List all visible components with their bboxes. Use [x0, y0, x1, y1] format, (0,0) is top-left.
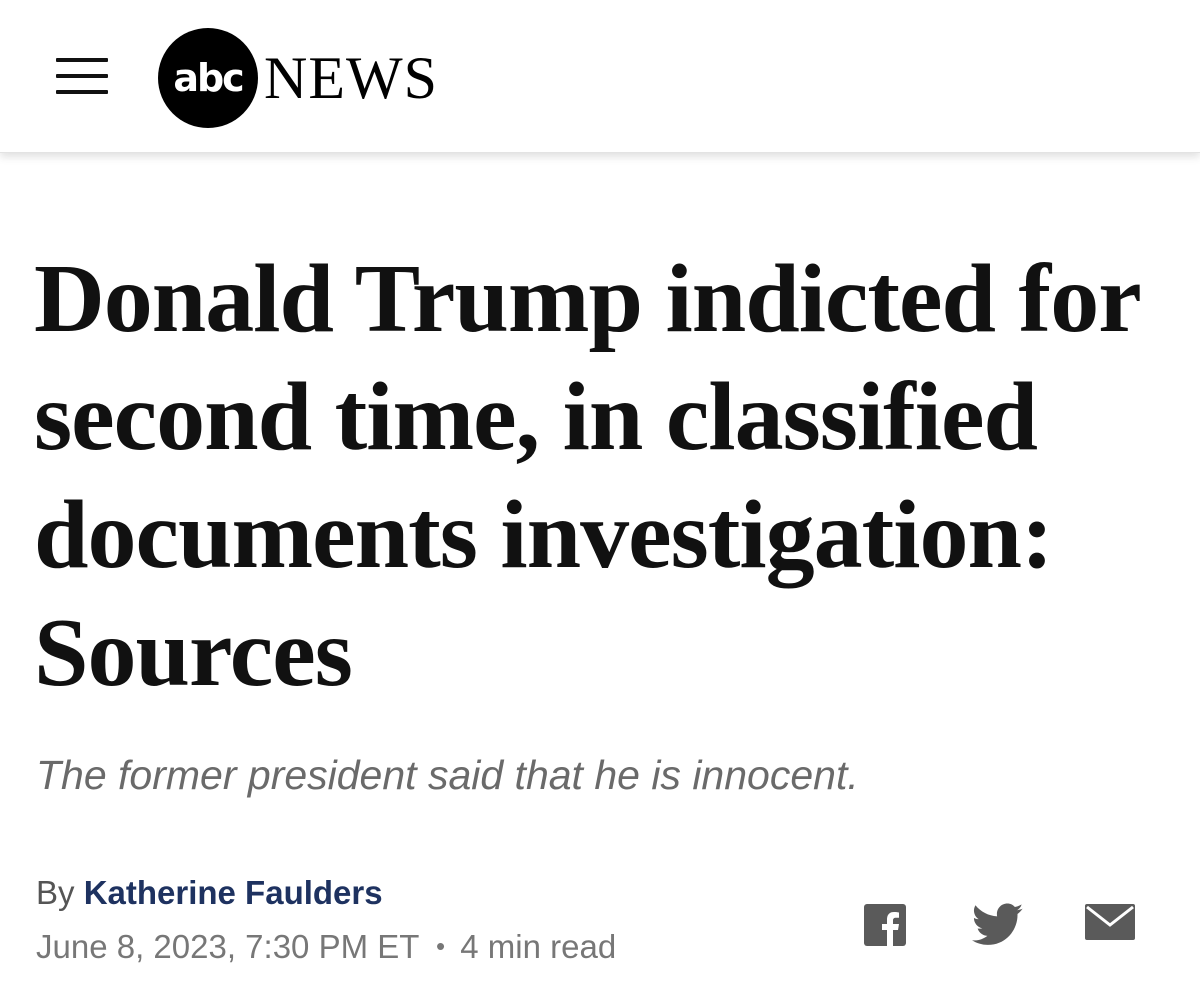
- news-wordmark: NEWS: [264, 44, 438, 111]
- read-time: 4 min read: [460, 928, 617, 965]
- article-meta: June 8, 2023, 7:30 PM ET • 4 min read: [36, 928, 616, 966]
- hamburger-menu-icon[interactable]: [52, 50, 112, 102]
- author-link[interactable]: Katherine Faulders: [84, 874, 383, 911]
- article-subtitle: The former president said that he is inn…: [36, 752, 859, 798]
- byline: By Katherine Faulders: [36, 874, 383, 912]
- publish-date: June 8, 2023, 7:30 PM ET: [36, 928, 419, 965]
- facebook-icon[interactable]: [862, 902, 908, 948]
- article-headline: Donald Trump indicted for second time, i…: [34, 245, 1140, 707]
- email-icon[interactable]: [1084, 902, 1136, 942]
- byline-prefix: By: [36, 874, 75, 911]
- meta-separator: •: [435, 931, 446, 961]
- twitter-icon[interactable]: [970, 902, 1026, 948]
- abc-news-logo[interactable]: abc NEWS: [158, 28, 438, 128]
- abc-logo-circle: abc: [158, 28, 258, 128]
- top-nav-bar: abc NEWS: [0, 0, 1200, 153]
